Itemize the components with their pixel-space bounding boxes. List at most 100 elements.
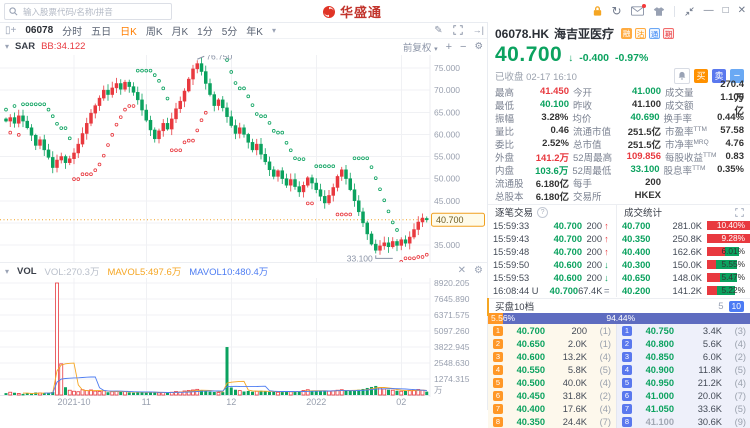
alert-bell-icon[interactable]: [674, 67, 690, 84]
volume-close-icon[interactable]: ✕: [458, 265, 466, 276]
period-tab-年K[interactable]: 年K: [246, 23, 263, 38]
quote-label: 最高: [495, 87, 515, 99]
svg-text:50.000: 50.000: [434, 174, 460, 184]
stock-name: 海吉亚医疗: [554, 27, 615, 41]
stock-selector-icon[interactable]: ▯+: [5, 25, 16, 36]
toggle-10-levels[interactable]: 10: [728, 300, 744, 312]
ask-row[interactable]: 3 40.850 6.0K (2): [617, 350, 750, 363]
quote-label: 流通股: [495, 178, 524, 190]
stat-row[interactable]: 40.650 148.0K 5.47%: [617, 271, 750, 284]
stat-row[interactable]: 40.300 150.0K 5.55%: [617, 258, 750, 271]
maximize-icon[interactable]: □: [723, 6, 729, 16]
fullscreen-icon[interactable]: [452, 25, 463, 35]
bid-row[interactable]: 5 40.500 40.0K (4): [488, 376, 616, 389]
stat-row[interactable]: 40.350 250.8K 9.28%: [617, 232, 750, 245]
refresh-icon[interactable]: ↻: [612, 5, 622, 17]
bid-row[interactable]: 3 40.600 13.2K (4): [488, 350, 616, 363]
tick-row[interactable]: 16:08:44 U 40.700 67.4K =: [488, 284, 616, 297]
quote-row: 外盘 141.2万 52周最高 109.856 每股收益TTM 0.83: [488, 150, 750, 164]
tick-section: 逐笔交易 ? 15:59:33 40.700 200 ↑ 15:59:43 40.700 2…: [488, 204, 750, 297]
price-change: -0.400: [579, 52, 610, 64]
quote-row: 最低 40.100 昨收 41.100 成交额 1.100亿: [488, 92, 750, 117]
stat-row[interactable]: 40.400 162.6K 6.01%: [617, 245, 750, 258]
candlestick-chart[interactable]: 75.000 70.000 65.000 60.000 55.000 50.000 45.0…: [0, 55, 487, 262]
collapse-panel-icon[interactable]: →|: [473, 25, 484, 35]
period-tab-五日[interactable]: 五日: [91, 23, 111, 38]
svg-text:40.700: 40.700: [436, 215, 464, 225]
bid-row[interactable]: 1 40.700 200 (1): [488, 324, 616, 337]
svg-text:35.000: 35.000: [434, 240, 460, 250]
volume-indicator-name[interactable]: VOL: [17, 266, 37, 277]
svg-text:65.000: 65.000: [434, 107, 460, 117]
mail-icon[interactable]: [630, 4, 646, 16]
x-axis-labels: 2021-10 11 12 2022 02: [0, 397, 487, 410]
buy-button[interactable]: 买: [694, 68, 708, 83]
zoom-out-icon[interactable]: −: [460, 41, 466, 53]
quote-value: 0.83: [725, 151, 745, 162]
scrollbar-thumb[interactable]: [487, 298, 489, 316]
stock-badge-融: 融: [621, 28, 633, 39]
bid-row[interactable]: 7 40.400 17.6K (4): [488, 402, 616, 415]
search-input[interactable]: [21, 5, 167, 18]
quote-value: HKEX: [634, 190, 661, 201]
period-tab-分时[interactable]: 分时: [62, 23, 82, 38]
stat-row[interactable]: 40.200 141.2K 5.22%: [617, 284, 750, 297]
ask-row[interactable]: 5 40.950 21.2K (4): [617, 376, 750, 389]
stat-row[interactable]: 40.700 281.0K 10.40%: [617, 219, 750, 232]
ask-row[interactable]: 1 40.750 3.4K (3): [617, 324, 750, 337]
ask-row[interactable]: 6 41.000 20.0K (7): [617, 389, 750, 402]
adjust-mode-select[interactable]: 前复权 ▾: [403, 40, 438, 54]
close-icon[interactable]: ✕: [738, 6, 746, 16]
x-axis-label: 02: [396, 397, 407, 407]
period-tab-周K[interactable]: 周K: [146, 23, 163, 38]
zoom-in-icon[interactable]: +: [446, 41, 452, 53]
collapse-window-icon[interactable]: [684, 6, 695, 17]
quote-label: 成交额: [665, 100, 694, 112]
volume-dropdown-icon[interactable]: ▾: [5, 267, 9, 276]
quote-label: 内盘: [495, 165, 515, 177]
tick-row[interactable]: 15:59:53 40.600 200 ↓: [488, 271, 616, 284]
quote-label: 委比: [495, 139, 515, 151]
minimize-icon[interactable]: —: [704, 6, 714, 16]
period-tab-1分[interactable]: 1分: [197, 23, 213, 38]
volume-chart[interactable]: 8920.205 7645.890 6371.575 5097.260 3822.945…: [0, 278, 487, 397]
lock-icon[interactable]: [592, 5, 603, 17]
draw-pencil-icon[interactable]: ✎: [434, 25, 442, 36]
quote-value: 41.000: [631, 86, 661, 97]
tick-row[interactable]: 15:59:33 40.700 200 ↑: [488, 219, 616, 232]
tick-row[interactable]: 15:59:48 40.700 200 ↑: [488, 245, 616, 258]
more-periods-dropdown-icon[interactable]: ▾: [272, 26, 276, 35]
bid-row[interactable]: 8 40.350 24.4K (7): [488, 415, 616, 428]
price-change-pct: -0.97%: [615, 52, 649, 64]
bid-row[interactable]: 6 40.450 31.8K (2): [488, 389, 616, 402]
quote-value: 4.76: [725, 138, 745, 149]
quote-label: 市盈率TTM: [665, 125, 707, 138]
quote-value: 57.58: [720, 125, 744, 136]
ask-row[interactable]: 8 41.100 30.6K (9): [617, 415, 750, 428]
stock-search-box[interactable]: [4, 3, 172, 20]
indicator-name[interactable]: SAR: [15, 41, 35, 52]
chart-settings-gear-icon[interactable]: ⚙: [474, 41, 483, 52]
indicator-dropdown-icon[interactable]: ▾: [5, 42, 9, 51]
toggle-5-levels[interactable]: 5: [718, 301, 723, 312]
quote-value: 6.180亿: [535, 191, 569, 203]
ask-row[interactable]: 2 40.800 5.6K (4): [617, 337, 750, 350]
quote-label: 总股本: [495, 191, 524, 203]
bid-row[interactable]: 2 40.650 2.0K (1): [488, 337, 616, 350]
last-price: 40.700: [495, 43, 563, 66]
ask-row[interactable]: 4 40.900 11.8K (5): [617, 363, 750, 376]
tick-row[interactable]: 15:59:50 40.600 200 ↓: [488, 258, 616, 271]
stock-badge-通: 通: [649, 28, 661, 39]
quote-row: 委比 2.52% 总市值 251.5亿 市净率MRQ 4.76: [488, 137, 750, 151]
period-tab-5分[interactable]: 5分: [222, 23, 238, 38]
help-icon[interactable]: ?: [537, 206, 549, 218]
tick-row[interactable]: 15:59:43 40.700 200 ↑: [488, 232, 616, 245]
volume-settings-gear-icon[interactable]: ⚙: [474, 265, 483, 276]
expand-stats-icon[interactable]: [735, 207, 744, 217]
bid-row[interactable]: 4 40.550 5.8K (5): [488, 363, 616, 376]
shirt-icon[interactable]: [653, 6, 665, 17]
period-tab-月K[interactable]: 月K: [172, 23, 189, 38]
quote-label: 市净率MRQ: [665, 138, 709, 151]
period-tab-日K[interactable]: 日K: [120, 23, 137, 38]
ask-row[interactable]: 7 41.050 33.6K (5): [617, 402, 750, 415]
